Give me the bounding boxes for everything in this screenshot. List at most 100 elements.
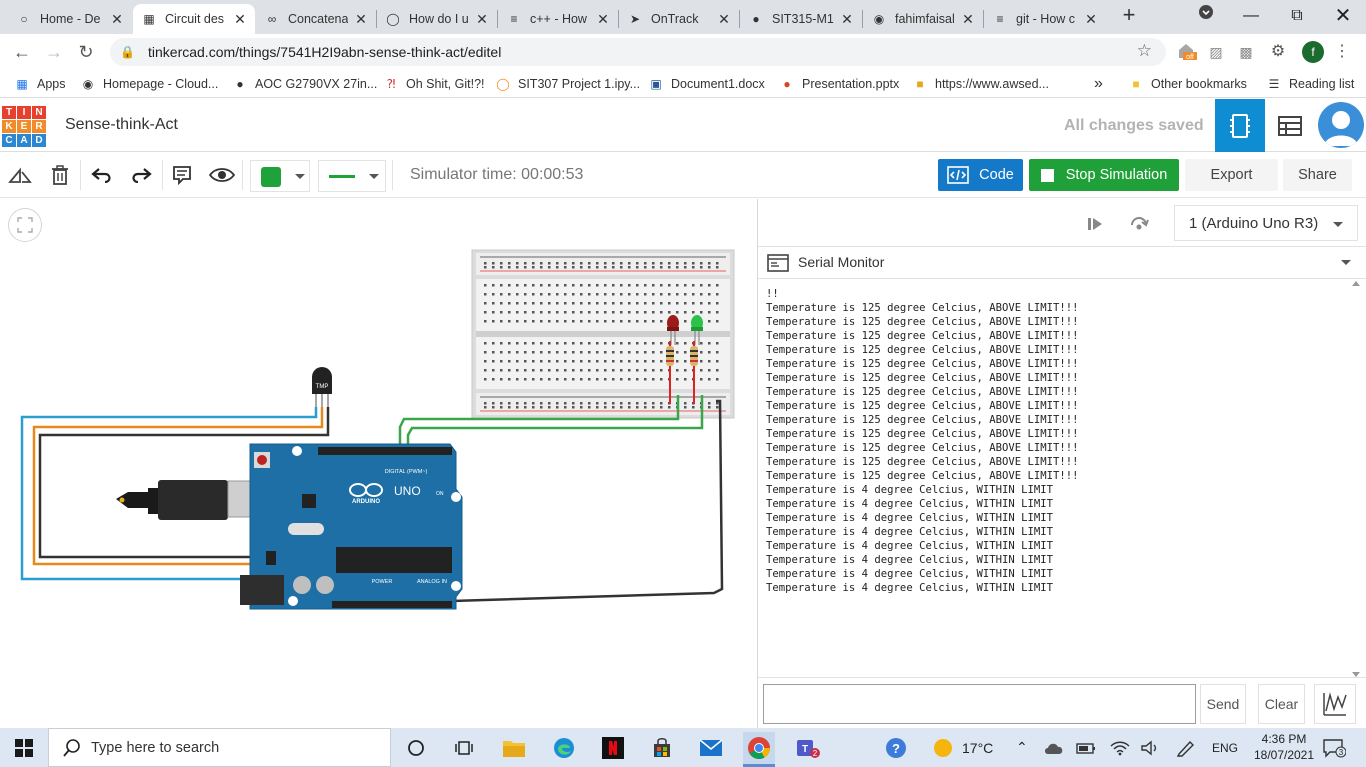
- serial-monitor-icon: [767, 254, 789, 272]
- taskbar-search[interactable]: Type here to search: [48, 728, 391, 767]
- bookmark-item[interactable]: ● Presentation.pptx: [779, 75, 899, 93]
- browser-tab[interactable]: ◉ fahimfaisal ✕: [863, 4, 983, 34]
- restore-button[interactable]: ⧉: [1274, 0, 1320, 34]
- netflix-icon[interactable]: [597, 732, 629, 764]
- bookmark-item[interactable]: ▦ Apps: [14, 75, 65, 93]
- browser-tab[interactable]: ▦ Circuit des ✕: [133, 4, 255, 34]
- close-tab-icon[interactable]: ✕: [233, 11, 247, 28]
- new-tab-button[interactable]: +: [1118, 4, 1140, 27]
- circuit-canvas[interactable]: TMP DIGITAL (PWM~) UNO ARDUINO ON POWER …: [0, 199, 757, 728]
- svg-text:TMP: TMP: [316, 384, 329, 390]
- tab-search-button[interactable]: [1183, 0, 1229, 34]
- browser-tab[interactable]: ≡ git - How c ✕: [984, 4, 1106, 34]
- bookmark-item[interactable]: ■ https://www.awsed...: [912, 75, 1049, 93]
- wire-type-picker[interactable]: [318, 160, 386, 192]
- share-button[interactable]: Share: [1283, 159, 1352, 191]
- back-button[interactable]: ←: [8, 38, 36, 66]
- close-tab-icon[interactable]: ✕: [596, 11, 610, 28]
- serial-input[interactable]: [763, 684, 1196, 724]
- pen-icon[interactable]: [1176, 728, 1196, 767]
- bookmark-item[interactable]: ◯ SIT307 Project 1.ipy...: [495, 75, 640, 93]
- code-button[interactable]: Code: [938, 159, 1023, 191]
- svg-text:POWER: POWER: [372, 579, 393, 585]
- bookmark-item[interactable]: ⁈ Oh Shit, Git!?!: [383, 75, 485, 93]
- browser-tab[interactable]: ○ Home - De ✕: [8, 4, 132, 34]
- browser-tab[interactable]: ● SIT315-M1 ✕: [740, 4, 862, 34]
- task-view-icon[interactable]: [448, 732, 480, 764]
- browser-menu-icon[interactable]: ⋮: [1330, 40, 1354, 64]
- bookmark-item[interactable]: ● AOC G2790VX 27in...: [232, 75, 377, 93]
- serial-monitor-header[interactable]: Serial Monitor: [758, 247, 1366, 279]
- bookmark-item[interactable]: ▣ Document1.docx: [648, 75, 764, 93]
- export-button[interactable]: Export: [1185, 159, 1278, 191]
- mail-icon[interactable]: [695, 732, 727, 764]
- reading-list[interactable]: ☰ Reading list: [1266, 75, 1355, 93]
- user-avatar[interactable]: [1318, 102, 1364, 148]
- step-forward-icon[interactable]: [1082, 211, 1108, 237]
- collapse-chevron-icon[interactable]: [1341, 260, 1351, 265]
- close-tab-icon[interactable]: ✕: [475, 11, 489, 28]
- taskbar-clock[interactable]: 4:36 PM 18/07/2021: [1250, 731, 1318, 763]
- arduino-uno-board[interactable]: DIGITAL (PWM~) UNO ARDUINO ON POWER ANAL…: [240, 443, 463, 610]
- language-indicator[interactable]: ENG: [1212, 728, 1238, 767]
- serial-scrollbar[interactable]: [1350, 281, 1362, 677]
- browser-tab[interactable]: ➤ OnTrack ✕: [619, 4, 739, 34]
- wifi-icon[interactable]: [1110, 728, 1130, 767]
- more-bookmarks-chevron-icon[interactable]: »: [1094, 75, 1103, 93]
- browser-tab[interactable]: ≡ c++ - How ✕: [498, 4, 618, 34]
- weather-widget[interactable]: 17°C: [934, 728, 993, 767]
- address-bar[interactable]: 🔒 tinkercad.com/things/7541H2I9abn-sense…: [110, 38, 1166, 66]
- other-bookmarks[interactable]: ■ Other bookmarks: [1128, 75, 1247, 93]
- teams-icon[interactable]: T2: [792, 732, 824, 764]
- color-picker[interactable]: [250, 160, 310, 192]
- visibility-eye-icon[interactable]: [208, 161, 236, 189]
- forward-button[interactable]: →: [40, 38, 68, 66]
- reload-button[interactable]: ↻: [72, 38, 100, 66]
- help-icon[interactable]: ?: [880, 732, 912, 764]
- bookmark-item[interactable]: ◉ Homepage - Cloud...: [80, 75, 219, 93]
- redo-icon[interactable]: [127, 161, 155, 189]
- extension-icon-2[interactable]: ▨: [1204, 40, 1228, 64]
- cortana-icon[interactable]: [400, 732, 432, 764]
- close-tab-icon[interactable]: ✕: [840, 11, 854, 28]
- start-button[interactable]: [0, 728, 48, 767]
- graph-button[interactable]: [1314, 684, 1356, 724]
- close-window-button[interactable]: ✕: [1320, 0, 1366, 34]
- rotate-icon[interactable]: [6, 161, 34, 189]
- component-list-view-button[interactable]: [1265, 99, 1315, 152]
- close-tab-icon[interactable]: ✕: [1084, 11, 1098, 28]
- temperature-sensor[interactable]: TMP: [312, 367, 332, 407]
- circuit-view-button[interactable]: [1215, 99, 1265, 152]
- clear-button[interactable]: Clear: [1258, 684, 1305, 724]
- stop-simulation-button[interactable]: Stop Simulation: [1029, 159, 1179, 191]
- extension-icon-3[interactable]: ▩: [1234, 40, 1258, 64]
- delete-icon[interactable]: [46, 161, 74, 189]
- file-explorer-icon[interactable]: [498, 732, 530, 764]
- close-tab-icon[interactable]: ✕: [717, 11, 731, 28]
- close-tab-icon[interactable]: ✕: [354, 11, 368, 28]
- restart-icon[interactable]: [1126, 211, 1152, 237]
- project-title[interactable]: Sense-think-Act: [65, 116, 178, 134]
- close-tab-icon[interactable]: ✕: [110, 11, 124, 28]
- browser-tab[interactable]: ∞ Concatena ✕: [256, 4, 376, 34]
- profile-avatar[interactable]: f: [1302, 41, 1324, 63]
- battery-icon[interactable]: [1076, 728, 1096, 767]
- tinkercad-logo[interactable]: TIN KER CAD: [2, 106, 46, 147]
- show-hidden-icons-chevron-icon[interactable]: ⌃: [1016, 728, 1028, 767]
- device-select[interactable]: 1 (Arduino Uno R3): [1174, 205, 1358, 241]
- edge-icon[interactable]: [548, 732, 580, 764]
- send-button[interactable]: Send: [1200, 684, 1246, 724]
- chrome-icon[interactable]: [743, 732, 775, 764]
- close-tab-icon[interactable]: ✕: [961, 11, 975, 28]
- notifications-button[interactable]: 3: [1322, 728, 1346, 767]
- volume-icon[interactable]: [1140, 728, 1160, 767]
- notes-icon[interactable]: [168, 161, 196, 189]
- honey-extension-icon[interactable]: off: [1174, 40, 1198, 64]
- browser-tab[interactable]: ◯ How do I u ✕: [377, 4, 497, 34]
- store-icon[interactable]: [646, 732, 678, 764]
- undo-icon[interactable]: [88, 161, 116, 189]
- bookmark-star-icon[interactable]: ☆: [1137, 41, 1152, 61]
- minimize-button[interactable]: —: [1228, 0, 1274, 34]
- onedrive-cloud-icon[interactable]: [1044, 728, 1064, 767]
- extensions-puzzle-icon[interactable]: ⚙: [1266, 40, 1290, 64]
